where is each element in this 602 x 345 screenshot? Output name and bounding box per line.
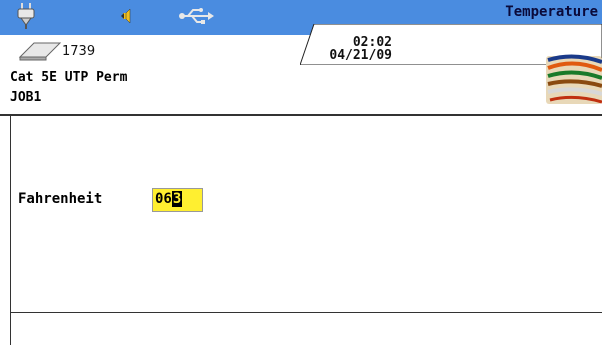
usb-icon xyxy=(179,8,214,24)
cable-bundle-icon xyxy=(546,54,602,104)
power-plug-icon xyxy=(17,3,35,29)
screen-title: Temperature xyxy=(505,4,598,20)
fahrenheit-label: Fahrenheit xyxy=(18,191,103,207)
header-divider xyxy=(0,114,602,116)
edit-cursor: 3 xyxy=(171,191,183,207)
job-name: JOB1 xyxy=(10,90,42,105)
cable-type: Cat 5E UTP Perm xyxy=(10,70,128,85)
date-display: 04/21/09 xyxy=(329,48,392,63)
content-left-border xyxy=(10,116,11,345)
speaker-icon[interactable] xyxy=(118,8,132,24)
datetime: 02:02 04/21/09 xyxy=(312,36,392,62)
temperature-value-digits: 06 xyxy=(155,191,172,207)
temperature-input[interactable]: 063 xyxy=(152,188,203,212)
memory-count: 1739 xyxy=(62,44,96,59)
memory-card-icon xyxy=(18,42,62,61)
temperature-value: 063 xyxy=(155,191,183,207)
footer-divider xyxy=(10,312,602,313)
